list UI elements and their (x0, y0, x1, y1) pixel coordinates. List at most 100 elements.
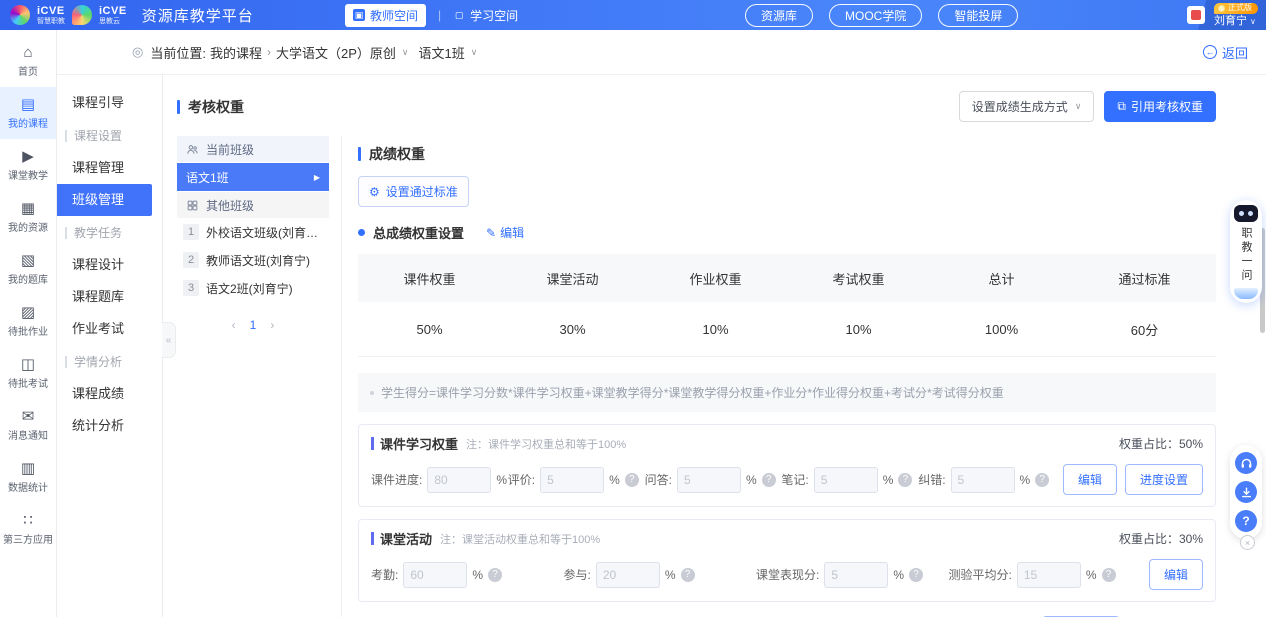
chevron-down-icon[interactable]: ∨ (402, 47, 409, 58)
ratio-label: 权重占比： (1119, 532, 1179, 546)
rail-item-my-question-bank[interactable]: ▧ 我的题库 (0, 243, 56, 295)
class-list-item[interactable]: 3 语文2班(刘育宁) (177, 274, 329, 302)
breadcrumb-my-courses[interactable]: 我的课程 (210, 43, 262, 62)
rail-item-my-resources[interactable]: ▦ 我的资源 (0, 191, 56, 243)
current-class-item[interactable]: 语文1班 ▶ (177, 163, 329, 191)
rail-item-messages[interactable]: ✉ 消息通知 (0, 399, 56, 451)
help-icon[interactable]: ? (1102, 568, 1116, 582)
quote-assessment-weight-button[interactable]: ⧉ 引用考核权重 (1104, 91, 1216, 122)
section-bar (65, 227, 67, 239)
rail-item-pending-homework[interactable]: ▨ 待批作业 (0, 295, 56, 347)
attendance-input[interactable] (403, 562, 467, 588)
score-generation-dropdown[interactable]: 设置成绩生成方式 ∨ (959, 91, 1095, 122)
summary-value: 10% (644, 302, 787, 357)
courseware-fields: 课件进度: % 评价: % ? (371, 464, 1203, 495)
resources-icon: ▦ (21, 201, 35, 216)
field-quiz-average: 测验平均分: % ? (949, 562, 1142, 588)
submenu-course-question-bank[interactable]: 课程题库 (57, 281, 152, 313)
qa-input[interactable] (677, 467, 741, 493)
sidebar-collapse-handle[interactable]: « (162, 322, 176, 358)
field-class-performance: 课堂表现分: % ? (756, 562, 949, 588)
score-formula-text: 学生得分=课件学习分数*课件学习权重+课堂教学得分*课堂教学得分权重+作业分*作… (381, 384, 1004, 401)
floating-toolbar: ? (1230, 445, 1262, 539)
total-weight-edit-button[interactable]: ✎ 编辑 (486, 224, 524, 241)
ratio-value: 30% (1179, 532, 1203, 546)
class-performance-input[interactable] (824, 562, 888, 588)
content-row: 课程引导 课程设置 课程管理 班级管理 教学任务 课程设计 课程题库 作业考试 (57, 75, 1266, 617)
help-icon[interactable]: ? (1035, 473, 1049, 487)
progress-settings-button[interactable]: 进度设置 (1125, 464, 1203, 495)
set-pass-standard-button[interactable]: ⚙ 设置通过标准 (358, 176, 469, 207)
submenu-course-scores[interactable]: 课程成绩 (57, 378, 152, 410)
breadcrumb-class-name[interactable]: 语文1班 (418, 43, 464, 62)
rail-label: 我的题库 (8, 271, 48, 286)
mini-app-icon[interactable] (1187, 6, 1205, 24)
submenu-class-management[interactable]: 班级管理 (57, 184, 152, 216)
customer-service-button[interactable] (1235, 452, 1257, 474)
percent-suffix: % (1020, 473, 1031, 487)
pagination-next-icon[interactable]: › (270, 318, 274, 332)
download-button[interactable] (1235, 481, 1257, 503)
chevron-down-icon: ∨ (1250, 18, 1256, 26)
submenu-course-guide[interactable]: 课程引导 (57, 87, 152, 119)
current-class-header[interactable]: 当前班级 (177, 136, 329, 162)
percent-suffix: % (609, 473, 620, 487)
help-icon[interactable]: ? (625, 473, 639, 487)
toolbar-close-button[interactable]: × (1240, 535, 1255, 550)
courseware-edit-button[interactable]: 编辑 (1063, 464, 1117, 495)
pagination-page-1[interactable]: 1 (250, 318, 257, 332)
breadcrumb-course-name[interactable]: 大学语文（2P）原创 (276, 43, 396, 62)
submenu-statistical-analysis[interactable]: 统计分析 (57, 410, 152, 442)
percent-suffix: % (496, 473, 507, 487)
help-icon[interactable]: ? (898, 473, 912, 487)
header-actions: 设置成绩生成方式 ∨ ⧉ 引用考核权重 (959, 91, 1216, 122)
back-button[interactable]: ← 返回 (1203, 43, 1248, 62)
user-menu[interactable]: 刘育宁 ∨ (1214, 16, 1256, 27)
submenu-section-course-settings: 课程设置 (57, 119, 162, 152)
breadcrumb: ◎ 当前位置: 我的课程 › 大学语文（2P）原创 ∨ 语文1班 ∨ ← 返回 (57, 30, 1266, 75)
class-list-item[interactable]: 1 外校语文班级(刘育宁sy) (177, 218, 329, 246)
rail-item-pending-exams[interactable]: ◫ 待批考试 (0, 347, 56, 399)
help-icon[interactable]: ? (681, 568, 695, 582)
pagination-prev-icon[interactable]: ‹ (232, 318, 236, 332)
title-bar-accent (371, 532, 374, 545)
summary-header: 通过标准 (1073, 254, 1216, 302)
submenu-section-learning-analysis: 学情分析 (57, 345, 162, 378)
help-icon[interactable]: ? (909, 568, 923, 582)
corrections-input[interactable] (951, 467, 1015, 493)
classroom-edit-button[interactable]: 编辑 (1149, 559, 1203, 590)
quiz-average-input[interactable] (1017, 562, 1081, 588)
grid-icon (186, 199, 199, 212)
help-button[interactable]: ? (1235, 510, 1257, 532)
evaluation-input[interactable] (540, 467, 604, 493)
tab-teacher-space[interactable]: ▣ 教师空间 (345, 4, 426, 27)
quote-assessment-weight-label: 引用考核权重 (1131, 98, 1203, 115)
ratio-value: 50% (1179, 437, 1203, 451)
submenu-course-design[interactable]: 课程设计 (57, 249, 152, 281)
rail-item-statistics[interactable]: ▥ 数据统计 (0, 451, 56, 503)
tab-student-space[interactable]: ▢ 学习空间 (453, 7, 518, 24)
link-smart-cast[interactable]: 智能投屏 (938, 4, 1018, 27)
rail-label: 课堂教学 (8, 167, 48, 182)
class-list-item[interactable]: 2 教师语文班(刘育宁) (177, 246, 329, 274)
help-icon[interactable]: ? (762, 473, 776, 487)
rail-item-my-courses[interactable]: ▤ 我的课程 (0, 87, 56, 139)
rail-item-classroom-teaching[interactable]: ▶ 课堂教学 (0, 139, 56, 191)
link-resource-library[interactable]: 资源库 (745, 4, 813, 27)
field-label: 课件进度: (371, 471, 422, 488)
rail-item-home[interactable]: ⌂ 首页 (0, 35, 56, 87)
participation-input[interactable] (596, 562, 660, 588)
link-mooc-academy[interactable]: MOOC学院 (829, 4, 922, 27)
other-classes-header[interactable]: 其他班级 (177, 192, 329, 218)
field-label: 评价: (508, 471, 535, 488)
courseware-progress-input[interactable] (427, 467, 491, 493)
submenu-course-management[interactable]: 课程管理 (57, 152, 152, 184)
question-mark-icon: ? (1242, 514, 1249, 528)
ai-assistant-widget[interactable]: 职教一问 (1230, 200, 1262, 303)
help-icon[interactable]: ? (488, 568, 502, 582)
rail-item-third-party-apps[interactable]: ∷ 第三方应用 (0, 503, 56, 555)
submenu-homework-exam[interactable]: 作业考试 (57, 313, 152, 345)
field-label: 参与: (564, 566, 591, 583)
chevron-down-icon[interactable]: ∨ (471, 47, 478, 58)
notes-input[interactable] (814, 467, 878, 493)
